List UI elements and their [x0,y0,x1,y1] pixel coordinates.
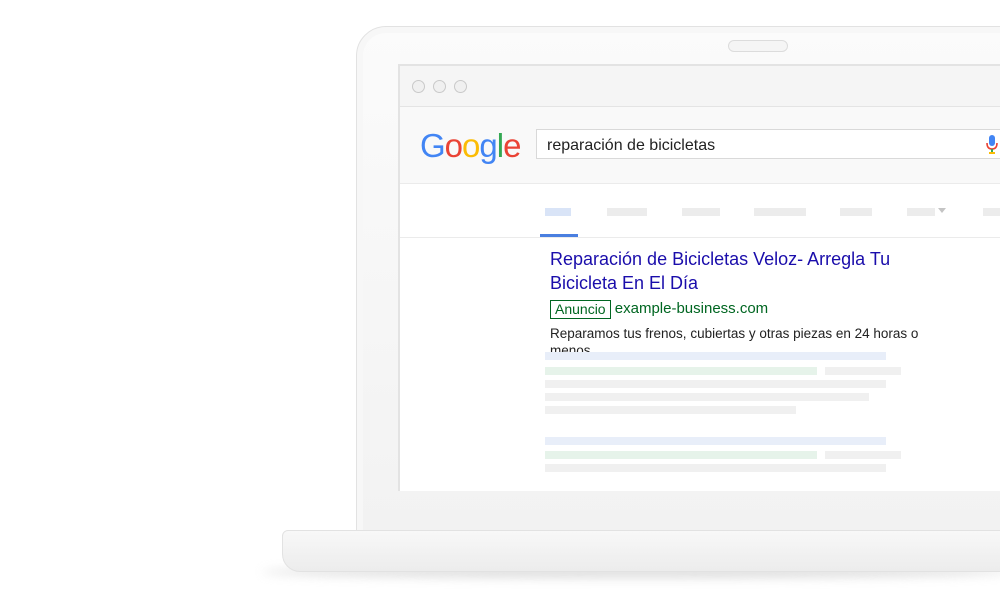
ad-title-link[interactable]: Reparación de Bicicletas Veloz- Arregla … [550,247,930,295]
tab-placeholder[interactable] [754,208,806,216]
ad-display-url[interactable]: example-business.com [615,300,768,317]
window-minimize-dot[interactable] [433,80,446,93]
ad-url-row: Anuncio example-business.com [550,299,930,319]
result-placeholder-text [825,451,901,459]
laptop-base [282,530,1000,572]
tab-placeholder[interactable] [607,208,647,216]
result-placeholder-title [545,352,886,360]
result-placeholder-text [545,406,796,414]
result-placeholder-url [545,367,817,375]
search-query[interactable]: reparación de bicicletas [547,137,715,155]
tab-placeholder[interactable] [840,208,872,216]
chevron-down-icon [938,208,946,213]
search-input[interactable]: reparación de bicicletas [536,129,1000,159]
result-placeholder-url [545,451,817,459]
laptop-camera [728,40,788,52]
tab-placeholder[interactable] [983,208,1000,216]
tab-placeholder[interactable] [682,208,720,216]
ad-result: Reparación de Bicicletas Veloz- Arregla … [550,247,930,359]
active-tab-indicator [540,234,578,237]
window-close-dot[interactable] [412,80,425,93]
search-tabs [400,184,1000,238]
tab-more[interactable] [907,208,935,216]
ad-badge: Anuncio [550,299,611,319]
result-placeholder-text [545,380,886,388]
browser-titlebar [400,66,1000,107]
tab-all[interactable] [545,208,571,216]
result-placeholder-text [545,393,869,401]
window-maximize-dot[interactable] [454,80,467,93]
microphone-icon[interactable] [985,135,999,155]
result-placeholder-text [825,367,901,375]
google-logo[interactable]: Google [420,127,521,165]
search-header: Google reparación de bicicletas [400,107,1000,184]
browser-window: Google reparación de bicicletas Reparaci… [398,64,1000,491]
result-placeholder-text [545,464,886,472]
result-placeholder-title [545,437,886,445]
